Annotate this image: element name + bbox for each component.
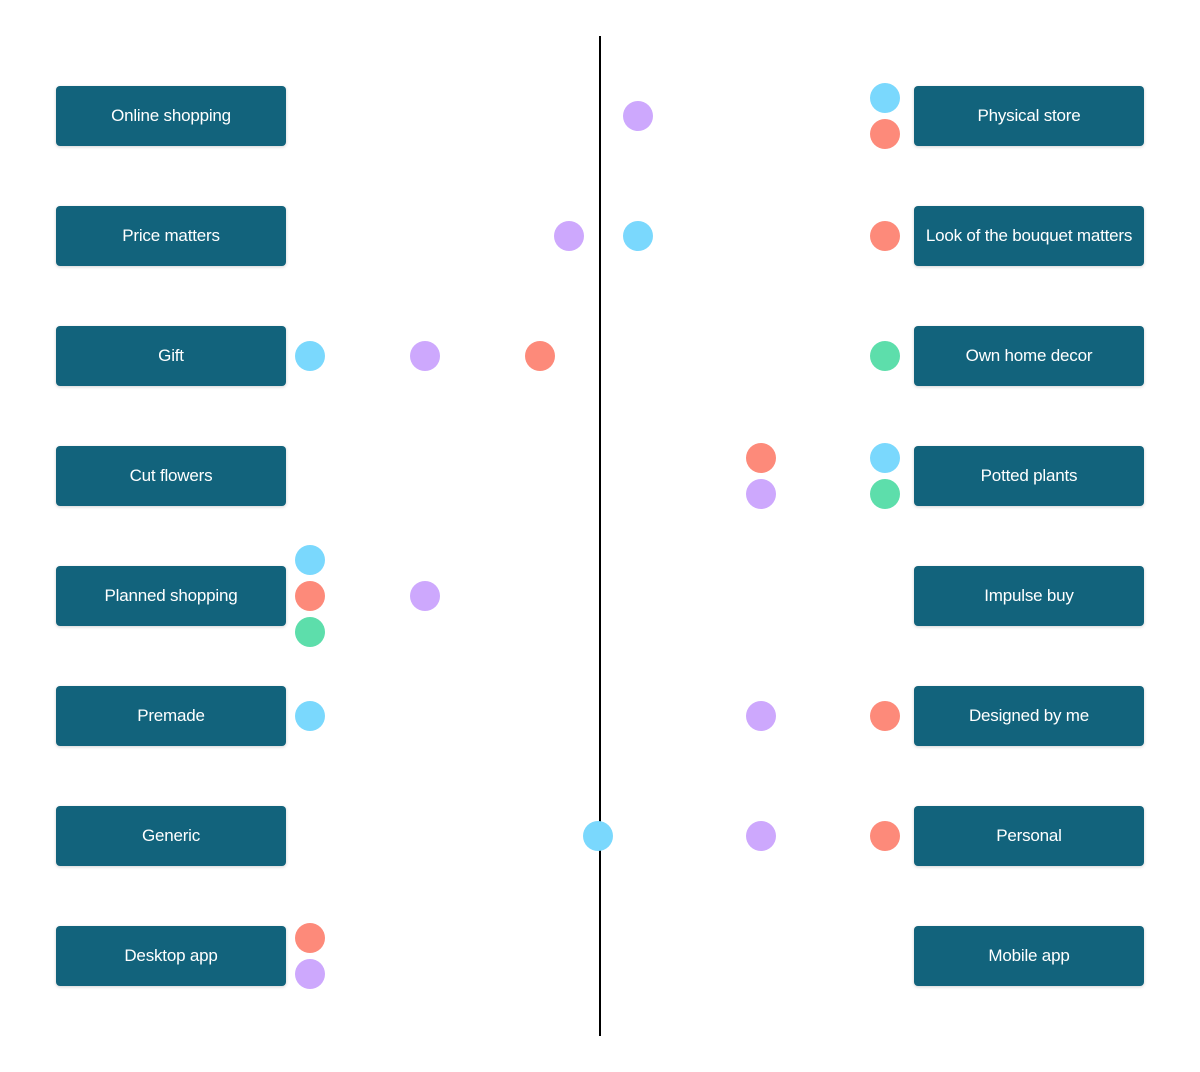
left-pole-label: Premade [56, 686, 286, 746]
participant-dot-red [295, 581, 325, 611]
participant-dot-purple [553, 221, 584, 251]
participant-dot-green [870, 341, 900, 371]
left-pole-label: Cut flowers [56, 446, 286, 506]
participant-dot-purple [746, 821, 777, 851]
participant-dot-red [295, 923, 325, 953]
left-pole-label: Desktop app [56, 926, 286, 986]
right-pole-label: Look of the bouquet matters [914, 206, 1144, 266]
participant-dot-red [525, 341, 555, 371]
center-axis [599, 36, 601, 1036]
right-pole-label: Potted plants [914, 446, 1144, 506]
right-pole-label: Mobile app [914, 926, 1144, 986]
participant-dot-purple [746, 479, 777, 509]
participant-dot-purple [410, 341, 440, 371]
participant-dot-red [870, 701, 900, 731]
participant-dot-purple [295, 959, 325, 989]
left-pole-label: Online shopping [56, 86, 286, 146]
participant-dot-blue [295, 701, 325, 731]
participant-dot-red [870, 821, 900, 851]
right-pole-label: Personal [914, 806, 1144, 866]
participant-dot-red [746, 443, 777, 473]
right-pole-label: Impulse buy [914, 566, 1144, 626]
right-pole-label: Physical store [914, 86, 1144, 146]
left-pole-label: Planned shopping [56, 566, 286, 626]
participant-dot-purple [746, 701, 777, 731]
left-pole-label: Generic [56, 806, 286, 866]
participant-dot-blue [295, 341, 325, 371]
right-pole-label: Own home decor [914, 326, 1144, 386]
participant-dot-green [295, 617, 325, 647]
participant-dot-blue [870, 83, 900, 113]
participant-dot-red [870, 221, 900, 251]
participant-dot-green [870, 479, 900, 509]
participant-dot-red [870, 119, 900, 149]
participant-dot-blue [582, 821, 613, 851]
participant-dot-blue [295, 545, 325, 575]
right-pole-label: Designed by me [914, 686, 1144, 746]
participant-dot-blue [870, 443, 900, 473]
participant-dot-blue [622, 221, 653, 251]
participant-dot-purple [410, 581, 440, 611]
left-pole-label: Gift [56, 326, 286, 386]
participant-dot-purple [622, 101, 653, 131]
left-pole-label: Price matters [56, 206, 286, 266]
